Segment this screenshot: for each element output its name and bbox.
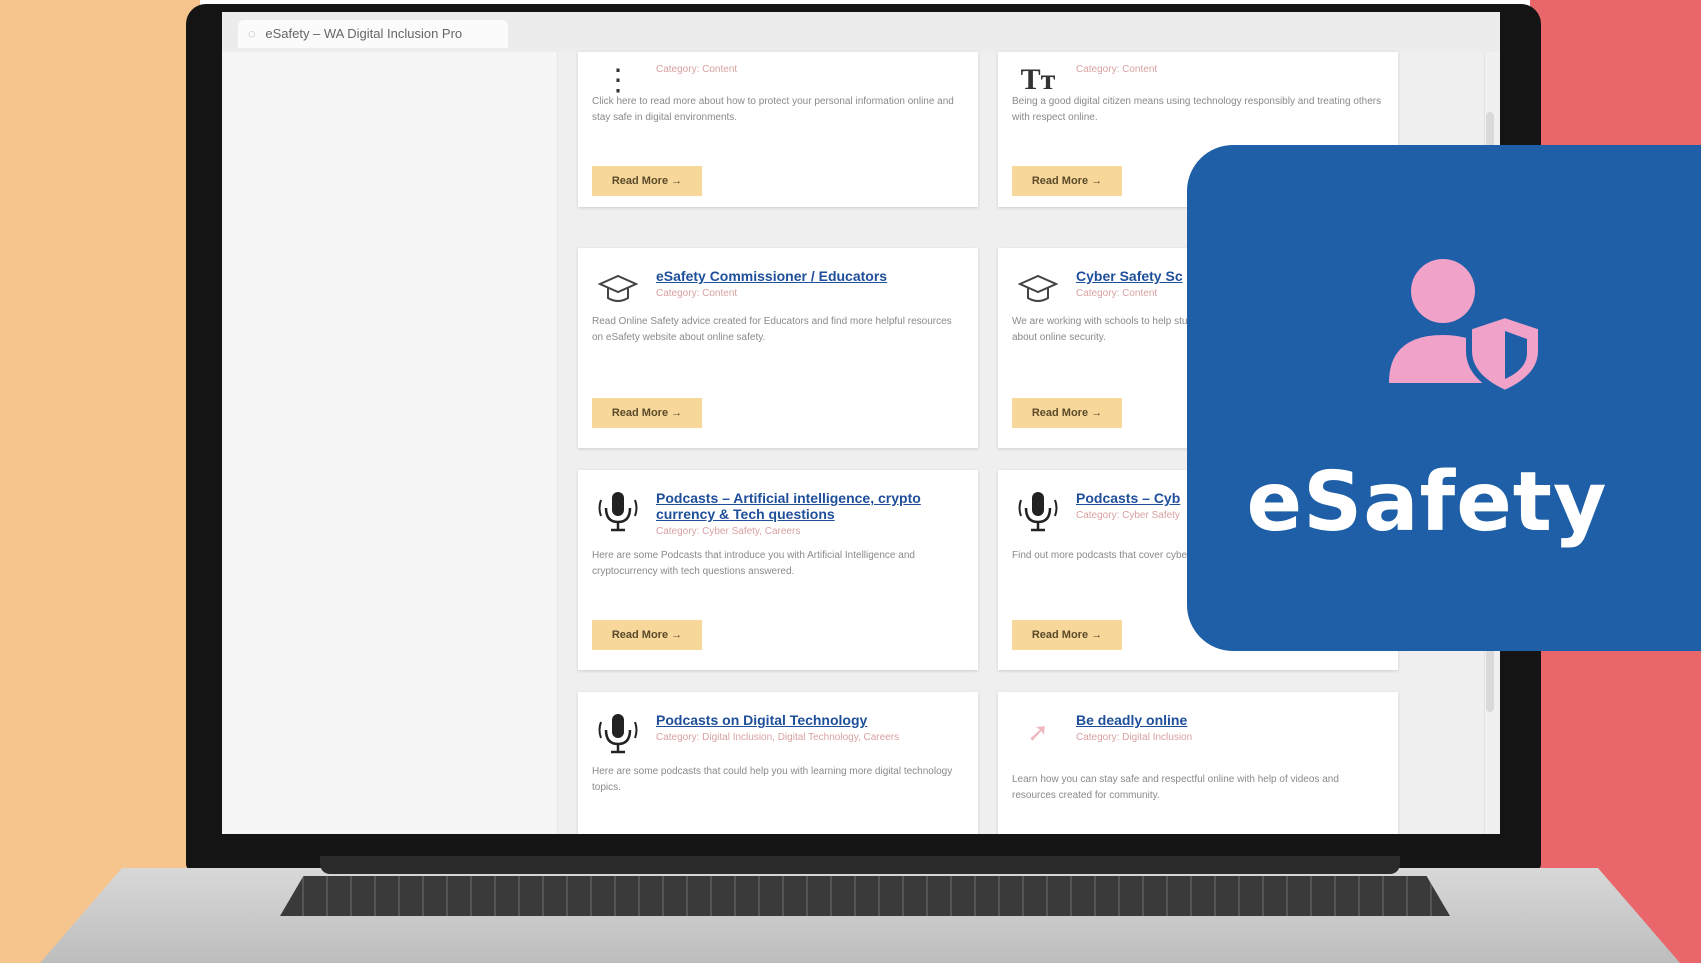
read-more-button[interactable]: Read More →	[1012, 166, 1122, 196]
left-background	[0, 0, 200, 963]
card-meta: Category: Digital Inclusion, Digital Tec…	[656, 732, 900, 743]
microphone-icon	[1016, 488, 1060, 532]
browser-tabbar: ◌ eSafety – WA Digital Inclusion Pro	[222, 12, 1500, 52]
card-meta: Category: Content	[1076, 64, 1158, 75]
microphone-icon	[596, 488, 640, 532]
resource-card: Podcasts on Digital Technology Category:…	[578, 692, 978, 834]
page-icon: ◌	[248, 26, 256, 41]
card-description: Read Online Safety advice created for Ed…	[592, 316, 952, 343]
read-more-button[interactable]: Read More →	[592, 620, 702, 650]
read-more-button[interactable]: Read More →	[1012, 620, 1122, 650]
microphone-icon	[596, 710, 640, 754]
card-title[interactable]: Podcasts on Digital Technology	[656, 712, 956, 728]
card-description: Click here to read more about how to pro…	[592, 96, 954, 123]
laptop-keyboard	[280, 876, 1450, 916]
card-description: Being a good digital citizen means using…	[1012, 96, 1382, 123]
tab-title: eSafety – WA Digital Inclusion Pro	[265, 26, 463, 41]
user-shield-icon	[1385, 255, 1545, 397]
card-meta: Category: Content	[656, 288, 738, 299]
card-description: Here are some Podcasts that introduce yo…	[592, 550, 915, 577]
esafety-wordmark: eSafety	[1246, 455, 1608, 550]
resource-card: ➚ Be deadly online Category: Digital Inc…	[998, 692, 1398, 834]
graduation-cap-icon	[1016, 268, 1060, 312]
card-title[interactable]: eSafety Commissioner / Educators	[656, 268, 956, 284]
graduation-cap-icon	[596, 268, 640, 312]
browser-tab[interactable]: ◌ eSafety – WA Digital Inclusion Pro	[238, 20, 508, 48]
resource-card: Podcasts – Artificial intelligence, cryp…	[578, 470, 978, 670]
read-more-button[interactable]: Read More →	[592, 166, 702, 196]
laptop-hinge	[320, 856, 1400, 874]
read-more-button[interactable]: Read More →	[592, 398, 702, 428]
card-title[interactable]: Podcasts – Artificial intelligence, cryp…	[656, 490, 956, 522]
card-description: Learn how you can stay safe and respectf…	[1012, 774, 1339, 801]
resource-card: ⋮ Category: Content Click here to read m…	[578, 52, 978, 207]
card-meta: Category: Digital Inclusion	[1076, 732, 1193, 743]
resource-card: eSafety Commissioner / Educators Categor…	[578, 248, 978, 448]
card-description: Here are some podcasts that could help y…	[592, 766, 953, 793]
card-meta: Category: Cyber Safety, Careers	[656, 526, 801, 537]
card-title[interactable]: Be deadly online	[1076, 712, 1376, 728]
read-more-button[interactable]: Read More →	[1012, 398, 1122, 428]
esafety-badge: eSafety	[1187, 145, 1701, 651]
card-meta: Category: Content	[656, 64, 738, 75]
arrow-icon: ➚	[1027, 716, 1049, 747]
sidebar	[222, 52, 558, 834]
